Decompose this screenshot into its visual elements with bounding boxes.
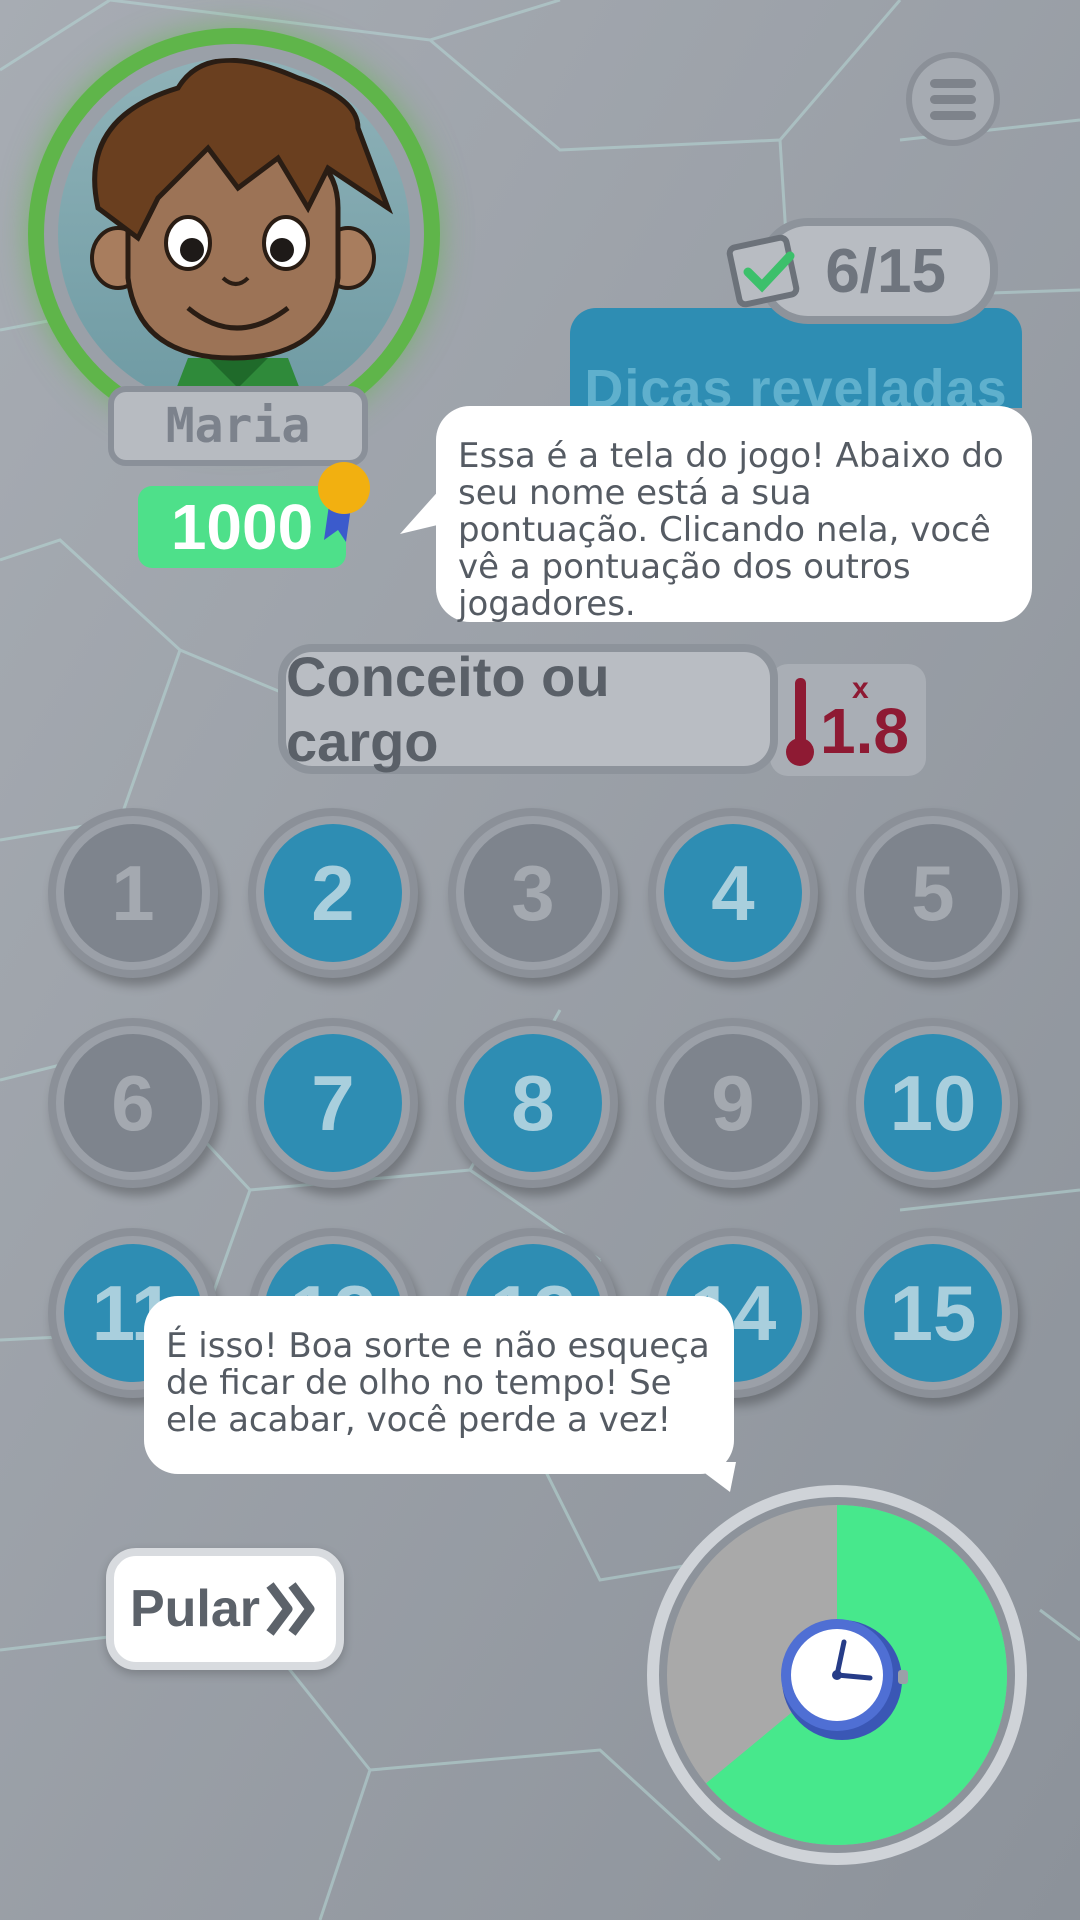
hint-number: 10 (864, 1034, 1002, 1172)
hint-button-3[interactable]: 3 (448, 808, 618, 978)
hint-number: 2 (264, 824, 402, 962)
double-chevron-right-icon (266, 1582, 315, 1636)
revealed-hints-label: Dicas reveladas (584, 359, 1008, 408)
score-tooltip-text: Essa é a tela do jogo! Abaixo do seu nom… (458, 436, 1004, 624)
hint-button-15[interactable]: 15 (848, 1228, 1018, 1398)
hint-number: 5 (864, 824, 1002, 962)
timer-tooltip: É isso! Boa sorte e não esqueça de ficar… (144, 1296, 734, 1474)
hint-button-10[interactable]: 10 (848, 1018, 1018, 1188)
hint-number: 7 (264, 1034, 402, 1172)
hint-button-8[interactable]: 8 (448, 1018, 618, 1188)
category-label-text: Conceito ou cargo (286, 645, 610, 773)
turn-timer (647, 1485, 1027, 1865)
timer-tooltip-text: É isso! Boa sorte e não esqueça de ficar… (166, 1326, 710, 1440)
hint-number: 3 (464, 824, 602, 962)
score-tooltip: Essa é a tela do jogo! Abaixo do seu nom… (436, 406, 1032, 624)
hamburger-menu-icon (930, 78, 976, 88)
skip-label: Pular (129, 1580, 261, 1638)
hint-number: 15 (864, 1244, 1002, 1382)
skip-button[interactable]: Pular (106, 1548, 344, 1670)
checkmark-note-icon (726, 234, 800, 308)
multiplier-value: 1.8 (820, 695, 909, 767)
hint-button-9[interactable]: 9 (648, 1018, 818, 1188)
progress-counter-value: 6/15 (825, 236, 946, 306)
hint-button-2[interactable]: 2 (248, 808, 418, 978)
hint-button-6[interactable]: 6 (48, 1018, 218, 1188)
hint-number: 4 (664, 824, 802, 962)
thermometer-icon (786, 678, 814, 766)
hint-number: 8 (464, 1034, 602, 1172)
hint-number: 1 (64, 824, 202, 962)
avatar[interactable] (58, 58, 410, 410)
hint-button-7[interactable]: 7 (248, 1018, 418, 1188)
category-label: Conceito ou cargo (278, 644, 778, 774)
medal-icon (318, 462, 370, 542)
hint-button-1[interactable]: 1 (48, 808, 218, 978)
player-name: Maria (108, 386, 368, 466)
boy-character-icon (90, 58, 394, 410)
hint-number: 9 (664, 1034, 802, 1172)
hint-number: 6 (64, 1034, 202, 1172)
hint-button-4[interactable]: 4 (648, 808, 818, 978)
score-button[interactable]: 1000 (138, 486, 346, 568)
menu-button[interactable] (906, 52, 1000, 146)
hint-button-5[interactable]: 5 (848, 808, 1018, 978)
